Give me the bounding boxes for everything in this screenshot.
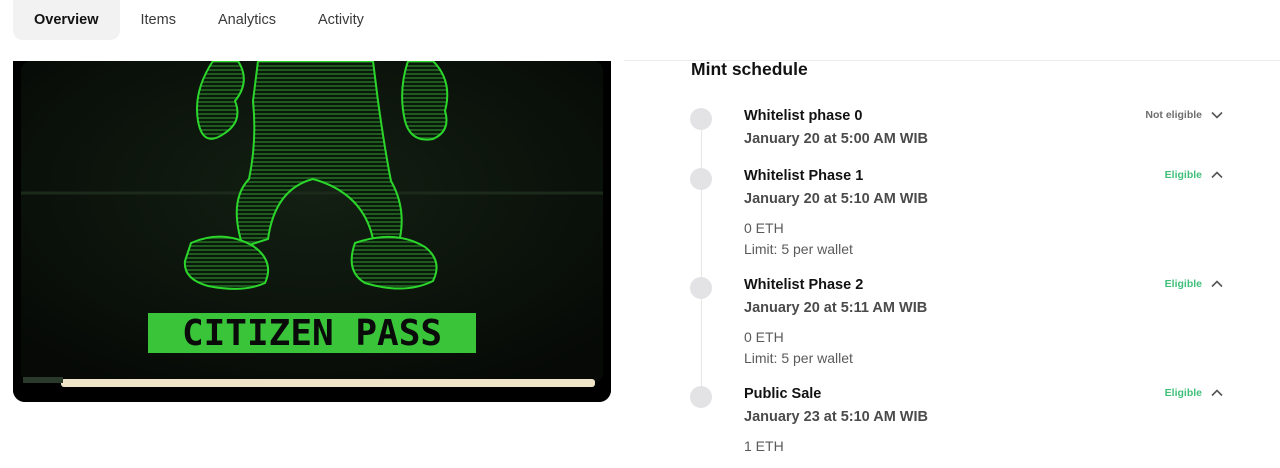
tab-bar: Overview Items Analytics Activity [13, 0, 385, 40]
phase-limit: Limit: 5 per wallet [744, 241, 853, 257]
timeline-dot [690, 108, 712, 130]
eligibility-badge: Eligible [1164, 278, 1202, 290]
phase-limit: Limit: 5 per wallet [744, 350, 853, 366]
timeline-dot [690, 277, 712, 299]
tab-overview[interactable]: Overview [13, 0, 120, 40]
phase-name: Whitelist phase 0 [744, 108, 863, 124]
section-title: Mint schedule [691, 59, 808, 79]
tab-analytics[interactable]: Analytics [197, 0, 297, 40]
eligibility-badge: Eligible [1164, 387, 1202, 399]
phase-date: January 20 at 5:00 AM WIB [744, 131, 928, 147]
eligibility-badge: Not eligible [1145, 109, 1202, 121]
phase-name: Whitelist Phase 1 [744, 168, 864, 184]
timeline-line [701, 118, 702, 396]
tray [61, 379, 595, 387]
phase-name: Public Sale [744, 386, 822, 402]
phase-price: 0 ETH [744, 220, 784, 236]
tab-items[interactable]: Items [120, 0, 197, 40]
nft-artwork: CITIZEN PASS [13, 61, 611, 402]
timeline-dot [690, 386, 712, 408]
citizen-pass-image: CITIZEN PASS [13, 61, 611, 402]
eligibility-badge: Eligible [1164, 169, 1202, 181]
phase-date: January 23 at 5:10 AM WIB [744, 409, 928, 425]
phase-date: January 20 at 5:11 AM WIB [744, 300, 928, 316]
phase-price: 1 ETH [744, 438, 784, 454]
chevron-up-icon[interactable] [1210, 386, 1224, 400]
timeline-dot [690, 168, 712, 190]
phase-name: Whitelist Phase 2 [744, 277, 864, 293]
chevron-up-icon[interactable] [1210, 277, 1224, 291]
chevron-down-icon[interactable] [1210, 108, 1224, 122]
chevron-up-icon[interactable] [1210, 168, 1224, 182]
tab-activity[interactable]: Activity [297, 0, 385, 40]
phase-date: January 20 at 5:10 AM WIB [744, 191, 928, 207]
banner-text: CITIZEN PASS [182, 313, 442, 354]
phase-price: 0 ETH [744, 329, 784, 345]
